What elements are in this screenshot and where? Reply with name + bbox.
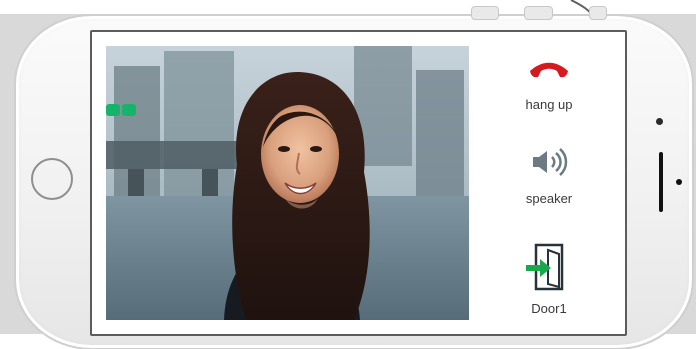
earpiece-slot xyxy=(659,152,663,212)
video-feed xyxy=(106,46,469,320)
front-camera-dot xyxy=(656,118,663,125)
hang-up-button[interactable]: hang up xyxy=(506,56,592,126)
door-button[interactable]: Door1 xyxy=(506,242,592,320)
speaker-button[interactable]: speaker xyxy=(506,146,592,216)
speaker-label: speaker xyxy=(525,191,573,206)
volume-button-up[interactable] xyxy=(524,6,553,20)
door-label: Door1 xyxy=(531,301,567,316)
proximity-sensor xyxy=(676,179,682,185)
building xyxy=(164,51,234,201)
door-exit-icon xyxy=(526,243,564,291)
volume-button-down[interactable] xyxy=(471,6,499,20)
home-button[interactable] xyxy=(31,158,73,200)
caller-eye xyxy=(310,146,322,152)
building xyxy=(416,70,464,210)
speaker-icon xyxy=(533,148,568,176)
call-controls: hang up speaker Door1 xyxy=(506,46,592,324)
caller-eye xyxy=(278,146,290,152)
mute-switch[interactable] xyxy=(589,6,607,20)
hang-up-label: hang up xyxy=(525,97,573,112)
intercom-app-mockup: hang up speaker Door1 xyxy=(0,0,696,349)
phone-handset-icon xyxy=(530,62,568,78)
caller-video-image xyxy=(106,46,469,320)
